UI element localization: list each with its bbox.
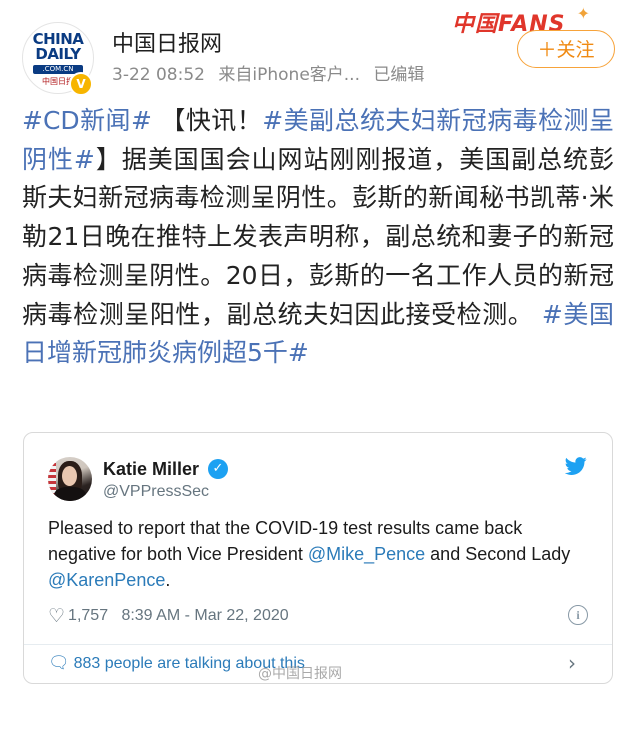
edited-label: 已编辑 <box>373 65 425 85</box>
topic-link-cd-news[interactable]: #CD新闻# <box>22 106 152 135</box>
avatar-face <box>62 466 77 486</box>
post-body: #CD新闻# 【快讯！#美副总统夫妇新冠病毒检测呈阴性#】据美国国会山网站刚刚报… <box>22 102 614 373</box>
card-divider <box>24 644 612 645</box>
embedded-tweet-card[interactable]: Katie Miller ✓ @VPPressSec Pleased to re… <box>23 432 613 684</box>
flash-label: 【快讯！ <box>151 106 263 135</box>
post-header: CHINA DAILY .COM.CN 中国日报 V 中国日报网 3-22 08… <box>0 0 640 100</box>
china-daily-logo: CHINA DAILY <box>32 30 84 63</box>
info-icon[interactable]: i <box>568 605 588 625</box>
comment-bubble-icon: 🗨 <box>48 653 70 672</box>
weibo-watermark: @中国日报网 <box>258 666 342 682</box>
follow-button[interactable]: ＋关注 <box>517 30 615 68</box>
mention-mike-pence[interactable]: @Mike_Pence <box>308 544 425 564</box>
tweet-text-part: . <box>165 570 171 590</box>
like-count: 1,757 <box>68 607 109 624</box>
post-source: 来自iPhone客户... <box>218 65 360 85</box>
tweet-stats: ♡ 1,757 8:39 AM - Mar 22, 2020 <box>48 605 289 628</box>
avatar-body <box>54 487 86 501</box>
tweet-author-name[interactable]: Katie Miller <box>103 459 199 480</box>
tweet-author-avatar[interactable] <box>48 457 92 501</box>
heart-icon[interactable]: ♡ <box>48 606 65 627</box>
tweet-text-part: and Second Lady <box>425 544 571 564</box>
tweet-time[interactable]: 8:39 AM - Mar 22, 2020 <box>121 607 288 624</box>
twitter-bird-icon[interactable] <box>565 455 587 477</box>
banner-decoration-icon: ✦ <box>576 4 590 23</box>
tweet-text: Pleased to report that the COVID-19 test… <box>48 515 593 593</box>
verified-badge-icon: V <box>69 72 93 96</box>
post-body-text: 】据美国国会山网站刚刚报道，美国副总统彭斯夫妇新冠病毒检测呈阴性。彭斯的新闻秘书… <box>22 144 614 329</box>
twitter-verified-icon: ✓ <box>208 459 228 479</box>
tweet-author-handle[interactable]: @VPPressSec <box>103 483 209 501</box>
post-timestamp: 3-22 08:52 <box>112 65 205 85</box>
account-name[interactable]: 中国日报网 <box>112 26 222 58</box>
post-meta: 3-22 08:52 来自iPhone客户... 已编辑 <box>112 60 432 85</box>
mention-karen-pence[interactable]: @KarenPence <box>48 570 165 590</box>
chevron-right-icon[interactable]: › <box>568 651 576 675</box>
